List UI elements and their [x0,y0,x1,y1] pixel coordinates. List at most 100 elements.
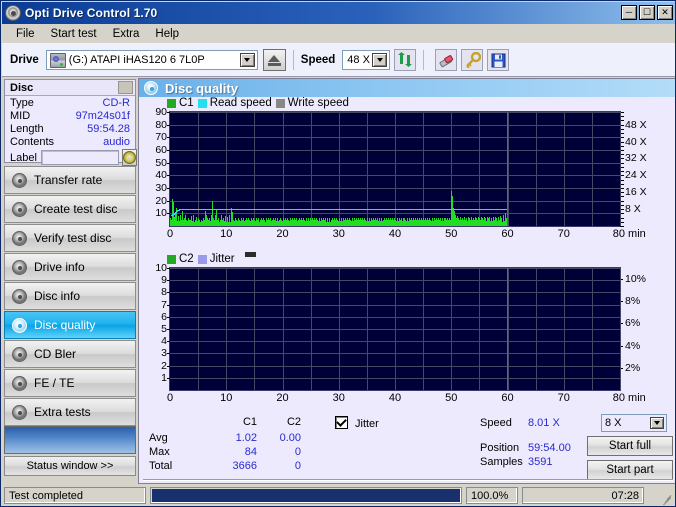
stats-row-max-c2: 0 [294,446,301,458]
legend-label-c2: C2 [179,253,194,265]
gridline-horizontal [170,188,620,189]
legend-item-jitter: Jitter [197,253,235,265]
gridline-horizontal [170,280,620,281]
x-tick-label: 60 [501,228,514,240]
sidebar-item-label: Transfer rate [34,173,103,187]
jitter-checkbox-label: Jitter [355,418,379,430]
menu-item-extra[interactable]: Extra [105,27,148,41]
chevron-down-icon[interactable] [650,417,664,429]
chevron-down-icon[interactable] [372,53,388,67]
gridline-vertical [620,112,621,226]
sidebar-item-label: Disc quality [34,318,96,332]
sidebar-item-fe-te[interactable]: FE / TE [4,369,136,397]
gridline-horizontal [170,353,620,354]
page-title: Disc quality [165,80,238,96]
sidebar-item-cd-bler[interactable]: CD Bler [4,340,136,368]
read-speed-point [174,213,176,214]
resize-grip[interactable] [660,490,674,506]
refresh-button[interactable] [394,49,417,71]
y-tick-label: 90 [155,106,170,118]
gridline-vertical [620,268,621,390]
sidebar-item-transfer-rate[interactable]: Transfer rate [4,166,136,194]
gridline-horizontal [170,201,620,202]
drive-select[interactable]: (G:) ATAPI iHAS120 6 7L0P [45,50,258,70]
jitter-checkbox[interactable] [335,415,348,429]
chart2-legend: C2 Jitter [167,251,256,265]
application-window: Opti Drive Control 1.70 ─ ☐ ✕ File Start… [0,0,676,507]
stats-header-c2: C2 [286,416,301,428]
window-title: Opti Drive Control 1.70 [25,6,158,20]
y-tick-label: 3 [161,347,170,359]
menu-item-start-test[interactable]: Start test [43,27,105,41]
sidebar-item-drive-info[interactable]: Drive info [4,253,136,281]
gridline-horizontal [170,163,620,164]
disc-label-input[interactable] [40,150,119,165]
disc-row-contents-value: audio [103,135,130,148]
test-speed-select[interactable]: 8 X [601,414,667,432]
elapsed-time: 07:28 [522,487,644,504]
sidebar-item-extra-tests[interactable]: Extra tests [4,398,136,426]
test-speed-select-value: 8 X [605,417,622,429]
disc-row-mid: MID 97m24s01f [5,109,135,122]
x-tick-label: 20 [276,228,289,240]
disc-info-panel: Disc Type CD-R MID 97m24s01f Length 59:5… [4,79,137,166]
sidebar-item-disc-info[interactable]: Disc info [4,282,136,310]
save-button[interactable] [487,49,510,71]
minimize-icon[interactable]: ─ [621,5,637,20]
stats-speed-value: 8.01 X [528,417,560,429]
erase-button[interactable] [435,49,458,71]
drive-select-value: (G:) ATAPI iHAS120 6 7L0P [68,54,205,66]
gridline-horizontal [170,317,620,318]
menu-item-help[interactable]: Help [147,27,187,41]
disc-row-type-value: CD-R [102,96,131,109]
gridline-horizontal [170,378,620,379]
legend-swatch-jitter [197,254,207,264]
disc-label-button[interactable] [121,149,137,166]
start-part-button[interactable]: Start part [587,460,673,480]
stats-position-label: Position [480,442,520,454]
stats-position-value: 59:54.00 [528,442,571,454]
maximize-icon[interactable]: ☐ [639,5,655,20]
x-tick-label: 50 [445,228,458,240]
x-tick-label: 40 [388,392,402,404]
read-speed-point [176,211,178,212]
close-icon[interactable]: ✕ [657,5,673,20]
read-speed-point [175,212,177,213]
x-tick-label: 70 [557,228,570,240]
save-icon [491,53,506,67]
legend-label-read-speed: Read speed [209,97,272,109]
disc-label-row: Label [5,149,137,166]
y-tick-label: 10 [155,207,170,219]
stats-row-max-c1: 84 [244,446,257,458]
sidebar-item-label: Extra tests [34,405,91,419]
y-tick-label: 30 [155,182,170,194]
legend-label-write-speed: Write speed [287,97,349,109]
chevron-down-icon[interactable] [239,53,255,67]
read-speed-line [179,209,507,210]
chart2-plot-area[interactable]: 1 2 3 4 5 6 7 8 9 10 2% 4% 6% 8% 10% 0 10 20 30 40 50 60 70 8… [155,262,646,404]
title-bar: Opti Drive Control 1.70 ─ ☐ ✕ [2,2,675,24]
disc-row-length-label: Length [10,122,44,135]
gridline-horizontal [170,137,620,138]
sidebar-item-verify-test-disc[interactable]: Verify test disc [4,224,136,252]
c2-jitter-chart: C2 Jitter 1 2 3 4 5 6 7 8 9 10 2% 4% 6% 8% 10% 0 10 20 3… [139,251,675,411]
start-full-button[interactable]: Start full [587,436,673,456]
sidebar-item-disc-quality[interactable]: Disc quality [4,311,136,339]
y-tick-label: 5 [161,323,170,335]
menu-item-file[interactable]: File [8,27,43,41]
gridline-horizontal [170,341,620,342]
cd-icon [122,151,136,164]
chart1-plot-area[interactable]: 10 20 30 40 50 60 70 80 90 8 X 16 X 24 X 32 X 40 X 48… [155,106,646,240]
key-button[interactable] [461,49,484,71]
stats-row-total-c2: 0 [294,460,301,472]
sidebar-item-create-test-disc[interactable]: Create test disc [4,195,136,223]
status-window-button[interactable]: Status window >> [4,456,136,476]
gridline-vertical [508,112,509,226]
stats-row-avg-c2: 0.00 [279,432,301,444]
y-tick-label: 20 [155,195,170,207]
legend-label-c1: C1 [179,97,194,109]
disc-icon [12,346,27,362]
speed-select[interactable]: 48 X [342,50,391,70]
eject-button[interactable] [262,49,286,71]
y-tick-label: 50 [155,157,170,169]
